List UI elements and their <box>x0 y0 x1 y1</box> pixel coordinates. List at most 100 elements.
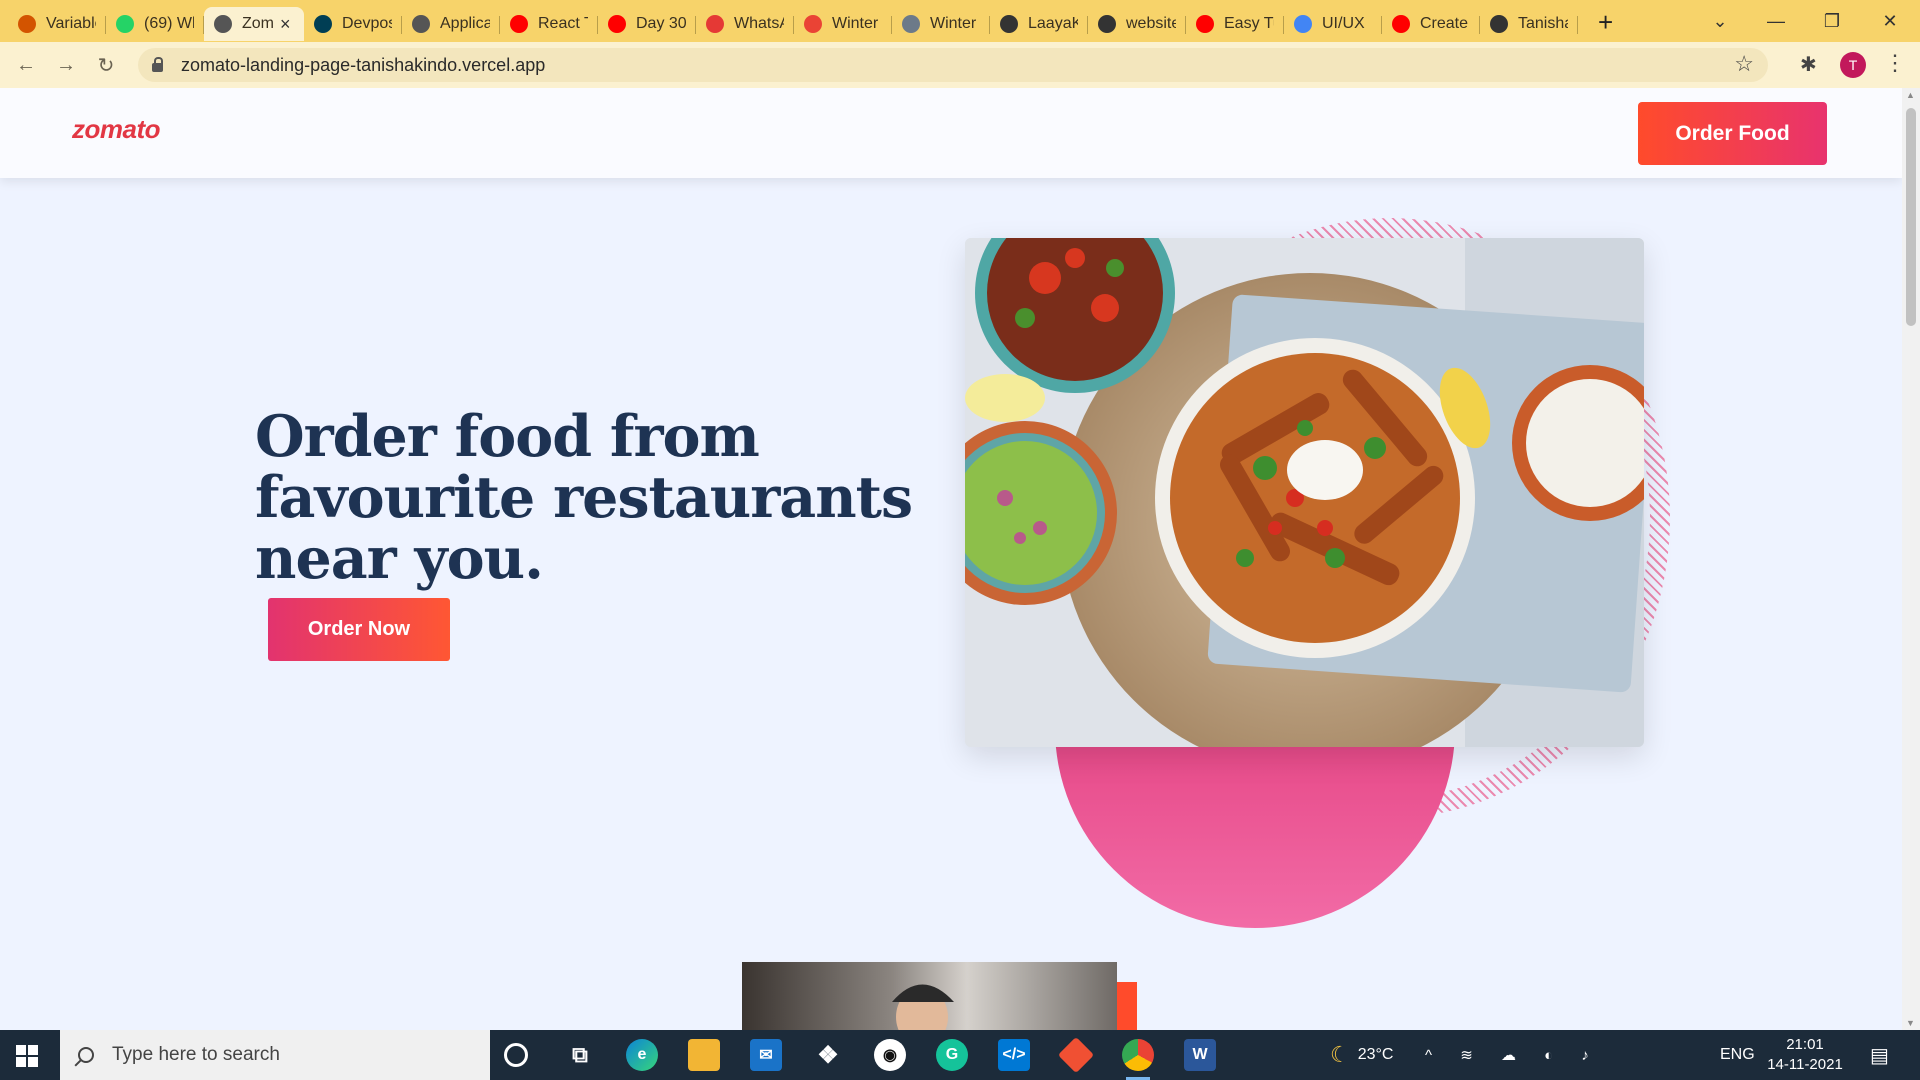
site-header: zomato Order Food <box>0 88 1902 178</box>
youtube-icon <box>510 15 528 33</box>
tab-title: Winter <box>930 15 977 32</box>
mail-icon[interactable]: ✉ <box>750 1039 782 1071</box>
url-text: zomato-landing-page-tanishakindo.vercel.… <box>181 54 546 75</box>
browser-tab[interactable]: Winter <box>794 7 892 41</box>
weather-widget[interactable]: ☾ 23°C <box>1330 1030 1393 1080</box>
address-bar: ← → ↻ zomato-landing-page-tanishakindo.v… <box>0 42 1920 88</box>
chef-illustration <box>892 984 954 1030</box>
scroll-thumb[interactable] <box>1906 108 1916 326</box>
tab-title: Easy Tu <box>1224 15 1274 32</box>
browser-menu-icon[interactable]: ⋮ <box>1884 50 1906 76</box>
browser-tab[interactable]: Zom × <box>204 7 304 41</box>
windows-start-icon[interactable] <box>16 1045 38 1067</box>
tab-search-icon[interactable]: ⌄ <box>1692 0 1748 42</box>
cortana-icon[interactable] <box>504 1043 528 1067</box>
tab-title: WhatsA <box>734 15 784 32</box>
tab-title: Zom <box>242 15 274 32</box>
browser-tab[interactable]: LaayaK <box>990 7 1088 41</box>
youtube-icon <box>1392 15 1410 33</box>
lock-icon[interactable] <box>152 56 163 72</box>
system-tray-icons[interactable]: ^ ≋ ☁ ◐ ♪ <box>1425 1030 1601 1080</box>
tab-title: Winter <box>832 15 879 32</box>
tab-title: Create <box>1420 15 1469 32</box>
page-viewport: zomato Order Food Order food from favour… <box>0 88 1902 1030</box>
back-button[interactable]: ← <box>6 54 46 77</box>
file-explorer-icon[interactable] <box>688 1039 720 1071</box>
forward-button[interactable]: → <box>46 54 86 77</box>
browser-tab[interactable]: WhatsA <box>696 7 794 41</box>
tab-title: Applica <box>440 15 490 32</box>
restore-button[interactable]: ❐ <box>1804 0 1860 42</box>
browser-tab[interactable]: Easy Tu <box>1186 7 1284 41</box>
language-indicator[interactable]: ENG <box>1720 1030 1755 1080</box>
taskbar-search-box[interactable]: Type here to search <box>60 1030 490 1080</box>
tab-title: React T <box>538 15 588 32</box>
chrome-icon[interactable] <box>1122 1039 1154 1080</box>
tab-title: (69) Wh <box>144 15 194 32</box>
clock-date: 14-11-2021 <box>1767 1056 1843 1073</box>
github-icon <box>1000 15 1018 33</box>
browser-tab[interactable]: website <box>1088 7 1186 41</box>
globe-icon <box>412 15 430 33</box>
vscode-icon[interactable]: </> <box>998 1039 1030 1071</box>
github-desktop-icon[interactable]: ◉ <box>874 1039 906 1071</box>
grammarly-icon[interactable]: G <box>936 1039 968 1071</box>
github-icon <box>1490 15 1508 33</box>
clock[interactable]: 21:01 14-11-2021 <box>1760 1035 1850 1075</box>
extensions-icon[interactable]: ✱ <box>1800 52 1817 77</box>
tab-title: Devpost <box>342 15 392 32</box>
tab-title: Tanisha <box>1518 15 1568 32</box>
hero-title: Order food from favourite restaurants ne… <box>255 403 913 592</box>
dropbox-icon[interactable]: ❖ <box>812 1039 844 1071</box>
weather-temp: 23°C <box>1357 1046 1394 1063</box>
git-icon[interactable] <box>1057 1036 1095 1074</box>
youtube-icon <box>608 15 626 33</box>
video-thumbnail[interactable] <box>742 962 1117 1030</box>
task-view-icon[interactable]: ⧉ <box>564 1039 596 1071</box>
edge-icon[interactable]: e <box>626 1039 658 1071</box>
github-icon <box>1098 15 1116 33</box>
zomato-logo[interactable]: zomato <box>72 114 161 145</box>
whatsapp-icon <box>116 15 134 33</box>
notifications-icon[interactable]: ▤ <box>1870 1030 1889 1080</box>
search-placeholder: Type here to search <box>112 1044 280 1065</box>
tab-strip: Variable (69) Wh Zom × Devpost Applica React T… <box>0 0 1920 42</box>
browser-tab[interactable]: Day 30 <box>598 7 696 41</box>
browser-tab[interactable]: Applica <box>402 7 500 41</box>
profile-avatar[interactable]: T <box>1840 52 1866 78</box>
minimize-button[interactable]: — <box>1748 0 1804 42</box>
clock-time: 21:01 <box>1786 1036 1824 1053</box>
taskbar: Type here to search ⧉ e ✉ ❖ ◉ G </> W ☾ … <box>0 1030 1920 1080</box>
page-scrollbar[interactable]: ▲ ▼ <box>1902 88 1920 1030</box>
url-field[interactable]: zomato-landing-page-tanishakindo.vercel.… <box>138 48 1768 82</box>
browser-tab[interactable]: Create <box>1382 7 1480 41</box>
browser-tab[interactable]: UI/UX <box>1284 7 1382 41</box>
browser-tab[interactable]: (69) Wh <box>106 7 204 41</box>
devpost-icon <box>314 15 332 33</box>
moon-icon: ☾ <box>1330 1042 1350 1067</box>
close-window-button[interactable]: ✕ <box>1862 0 1918 42</box>
close-tab-icon[interactable]: × <box>280 14 291 35</box>
video-accent-bar <box>1117 982 1137 1030</box>
browser-tab[interactable]: Devpost <box>304 7 402 41</box>
word-icon[interactable]: W <box>1184 1039 1216 1071</box>
youtube-icon <box>1196 15 1214 33</box>
order-now-button[interactable]: Order Now <box>268 598 450 661</box>
tab-title: LaayaK <box>1028 15 1078 32</box>
google-icon <box>1294 15 1312 33</box>
avatar-icon <box>18 15 36 33</box>
scroll-down-arrow-icon[interactable]: ▼ <box>1906 1018 1915 1028</box>
order-food-button[interactable]: Order Food <box>1638 102 1827 165</box>
bookmark-star-icon[interactable]: ☆ <box>1734 51 1754 77</box>
browser-tab[interactable]: Winter <box>892 7 990 41</box>
browser-tab[interactable]: Tanisha <box>1480 7 1578 41</box>
scroll-up-arrow-icon[interactable]: ▲ <box>1906 90 1915 100</box>
browser-tab[interactable]: React T <box>500 7 598 41</box>
tab-title: Variable <box>46 15 96 32</box>
browser-tab[interactable]: Variable <box>8 7 106 41</box>
food-illustration <box>965 238 1644 747</box>
new-tab-button[interactable]: + <box>1598 7 1613 38</box>
alert-icon <box>706 15 724 33</box>
search-icon <box>78 1047 94 1063</box>
reload-button[interactable]: ↻ <box>86 53 126 78</box>
